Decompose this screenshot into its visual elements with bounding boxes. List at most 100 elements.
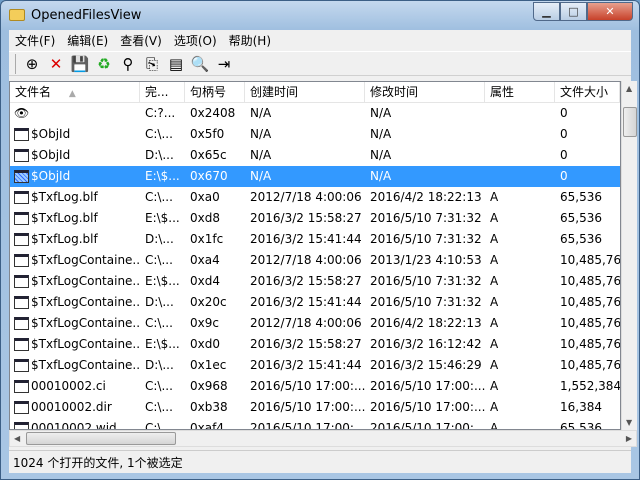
menu-help[interactable]: 帮助(H) <box>223 32 277 49</box>
table-row[interactable]: $TxfLogContaine... E:\$... 0xd4 2016/3/2 15… <box>10 271 620 292</box>
menu-options[interactable]: 选项(O) <box>168 32 223 49</box>
column-header-filesize[interactable]: 文件大小 <box>555 82 620 102</box>
scroll-right-icon[interactable]: ▶ <box>626 434 632 443</box>
cell-attributes <box>485 124 555 145</box>
cell-created: 2016/3/2 15:41:44 <box>250 358 362 372</box>
cell-handle: 0xd0 <box>190 337 220 351</box>
column-header-handle[interactable]: 句柄号 <box>185 82 245 102</box>
eye-icon: 👁 <box>14 106 30 120</box>
table-row[interactable]: $TxfLogContaine... E:\$... 0xd0 2016/3/2 15… <box>10 334 620 355</box>
scroll-down-icon[interactable]: ▼ <box>626 418 632 427</box>
cell-modified: 2016/5/10 17:00:... <box>370 379 485 393</box>
menu-bar: 文件(F) 编辑(E) 查看(V) 选项(O) 帮助(H) <box>9 30 631 51</box>
cell-path: C:\... <box>145 400 173 414</box>
cell-created: 2012/7/18 4:00:06 <box>250 253 362 267</box>
cell-filename: 👁 <box>10 103 140 124</box>
table-row[interactable]: $ObjId E:\$... 0x670 N/A N/A 0 <box>10 166 620 187</box>
cell-handle: 0x5f0 <box>190 127 225 141</box>
cell-handle: 0x1fc <box>190 232 224 246</box>
cell-filename: $ObjId <box>10 145 140 166</box>
filter-icon[interactable]: ⚲ <box>118 54 138 74</box>
cell-attributes: A <box>490 421 499 430</box>
cell-size: 10,485,760 <box>560 316 620 330</box>
cell-modified: 2016/5/10 7:31:32 <box>370 274 482 288</box>
cell-attributes: A <box>490 253 499 267</box>
table-row[interactable]: $ObjId C:\... 0x5f0 N/A N/A 0 <box>10 124 620 145</box>
cell-modified: N/A <box>370 127 392 141</box>
cell-filename: 00010002.dir <box>10 397 140 418</box>
cell-size: 10,485,760 <box>560 253 620 267</box>
menu-file[interactable]: 文件(F) <box>9 32 61 49</box>
cell-size: 10,485,760 <box>560 358 620 372</box>
horizontal-scrollbar[interactable]: ◀ ▶ <box>9 430 637 447</box>
toolbar-grip <box>15 53 16 74</box>
cell-path: D:\... <box>145 148 174 162</box>
cell-path: E:\$... <box>145 337 180 351</box>
exit-icon[interactable]: ⇥ <box>214 54 234 74</box>
file-icon <box>14 275 29 288</box>
target-icon[interactable]: ⊕ <box>22 54 42 74</box>
table-row[interactable]: $TxfLogContaine... C:\... 0x9c 2012/7/18 4:… <box>10 313 620 334</box>
column-header-attributes[interactable]: 属性 <box>485 82 555 102</box>
cell-filename: 00010002.wid <box>10 418 140 429</box>
minimize-button[interactable]: ▁ <box>533 2 560 21</box>
scroll-up-icon[interactable]: ▲ <box>626 84 632 93</box>
find-icon[interactable]: 🔍 <box>190 54 210 74</box>
cell-path: C:\... <box>145 253 173 267</box>
cell-handle: 0x20c <box>190 295 227 309</box>
menu-view[interactable]: 查看(V) <box>114 32 168 49</box>
file-icon <box>14 254 29 267</box>
column-header-fullpath[interactable]: 完... <box>140 82 185 102</box>
cell-size: 1,552,384 <box>560 379 620 393</box>
table-row[interactable]: $TxfLogContaine... D:\... 0x1ec 2016/3/2 15… <box>10 355 620 376</box>
horizontal-scroll-thumb[interactable] <box>26 432 176 445</box>
cell-path: C:\... <box>145 316 173 330</box>
table-row[interactable]: 00010002.wid C:\... 0xaf4 2016/5/10 17:00:.… <box>10 418 620 430</box>
vertical-scrollbar[interactable]: ▲ ▼ <box>621 81 637 430</box>
table-row[interactable]: $TxfLog.blf C:\... 0xa0 2012/7/18 4:00:06 20… <box>10 187 620 208</box>
title-bar: OpenedFilesView <box>9 5 141 25</box>
column-header-filename[interactable]: 文件名 ▲ <box>10 82 140 102</box>
cell-created: 2016/3/2 15:58:27 <box>250 211 362 225</box>
table-row[interactable]: 👁 C:?... 0x2408 N/A N/A 0 <box>10 103 620 124</box>
close-file-icon[interactable]: ✕ <box>46 54 66 74</box>
filename-text: $TxfLogContaine... <box>31 337 140 351</box>
table-row[interactable]: 00010002.ci C:\... 0x968 2016/5/10 17:00:..… <box>10 376 620 397</box>
file-icon <box>14 233 29 246</box>
menu-edit[interactable]: 编辑(E) <box>61 32 114 49</box>
cell-handle: 0x2408 <box>190 106 236 120</box>
cell-size: 65,536 <box>560 232 602 246</box>
file-list[interactable]: 文件名 ▲ 完... 句柄号 创建时间 修改时间 属性 文件大小 👁 C:?...… <box>9 81 621 430</box>
scroll-left-icon[interactable]: ◀ <box>14 434 20 443</box>
cell-size: 65,536 <box>560 421 602 430</box>
close-button[interactable]: ✕ <box>587 2 633 21</box>
filename-text: $TxfLogContaine... <box>31 295 140 309</box>
filename-text: 00010002.ci <box>31 379 106 393</box>
refresh-icon[interactable]: ♻ <box>94 54 114 74</box>
table-row[interactable]: $ObjId D:\... 0x65c N/A N/A 0 <box>10 145 620 166</box>
cell-created: 2016/3/2 15:58:27 <box>250 274 362 288</box>
column-label: 文件名 <box>15 85 52 99</box>
cell-modified: 2016/4/2 18:22:13 <box>370 316 482 330</box>
table-row[interactable]: $TxfLogContaine... D:\... 0x20c 2016/3/2 15… <box>10 292 620 313</box>
maximize-button[interactable]: □ <box>560 2 587 21</box>
cell-attributes: A <box>490 358 499 372</box>
cell-handle: 0xd4 <box>190 274 220 288</box>
copy-icon[interactable]: ⎘ <box>142 54 162 74</box>
table-row[interactable]: 00010002.dir C:\... 0xb38 2016/5/10 17:00:.… <box>10 397 620 418</box>
vertical-scroll-thumb[interactable] <box>623 107 637 137</box>
column-header-created[interactable]: 创建时间 <box>245 82 365 102</box>
cell-handle: 0xa0 <box>190 190 220 204</box>
table-row[interactable]: $TxfLog.blf E:\$... 0xd8 2016/3/2 15:58:27 2… <box>10 208 620 229</box>
cell-handle: 0xa4 <box>190 253 220 267</box>
filename-text: $TxfLogContaine... <box>31 253 140 267</box>
cell-size: 0 <box>560 169 568 183</box>
filename-text: $ObjId <box>31 148 71 162</box>
table-row[interactable]: $TxfLog.blf D:\... 0x1fc 2016/3/2 15:41:44 2… <box>10 229 620 250</box>
column-header-modified[interactable]: 修改时间 <box>365 82 485 102</box>
file-icon <box>14 422 29 429</box>
table-row[interactable]: $TxfLogContaine... C:\... 0xa4 2012/7/18 4:… <box>10 250 620 271</box>
save-icon[interactable]: 💾 <box>70 54 90 74</box>
properties-icon[interactable]: ▤ <box>166 54 186 74</box>
cell-attributes: A <box>490 337 499 351</box>
